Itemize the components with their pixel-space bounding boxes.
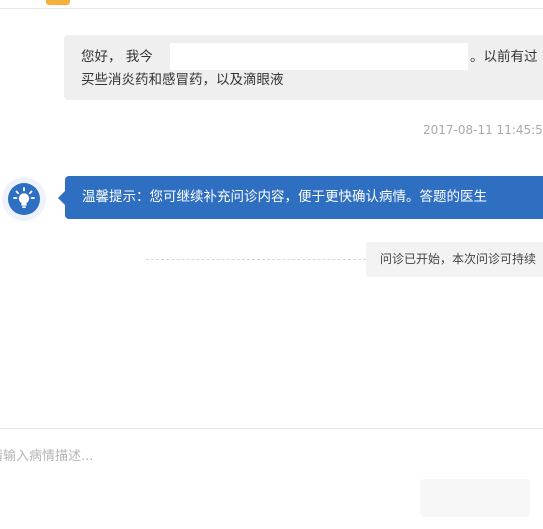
user-message-line2: 买些消炎药和感冒药，以及滴眼液 [81, 72, 284, 88]
status-text: 问诊已开始，本次问诊可持续 [380, 252, 537, 266]
lightbulb-icon [8, 183, 40, 215]
message-timestamp: 2017-08-11 11:45:5 [423, 123, 543, 137]
message-input-area [0, 428, 543, 529]
divider-line [146, 259, 366, 260]
tip-text: 温馨提示：您可继续补充问诊内容，便于更快确认病情。答题的医生 [82, 189, 487, 205]
user-message-line1: 您好， 我今 [81, 49, 153, 65]
send-button[interactable] [420, 479, 530, 517]
tip-avatar [2, 177, 46, 221]
redacted-text [170, 43, 468, 70]
condition-description-input[interactable] [0, 445, 330, 485]
user-message-line1-tail: 。以前有过 [470, 49, 538, 65]
consultation-status: 问诊已开始，本次问诊可持续 [366, 242, 543, 277]
user-message-bubble: 您好， 我今 。以前有过 买些消炎药和感冒药，以及滴眼液 [64, 35, 543, 100]
notification-badge [46, 0, 70, 5]
tip-message-bubble: 温馨提示：您可继续补充问诊内容，便于更快确认病情。答题的医生 [58, 176, 543, 219]
top-bar [0, 0, 543, 9]
